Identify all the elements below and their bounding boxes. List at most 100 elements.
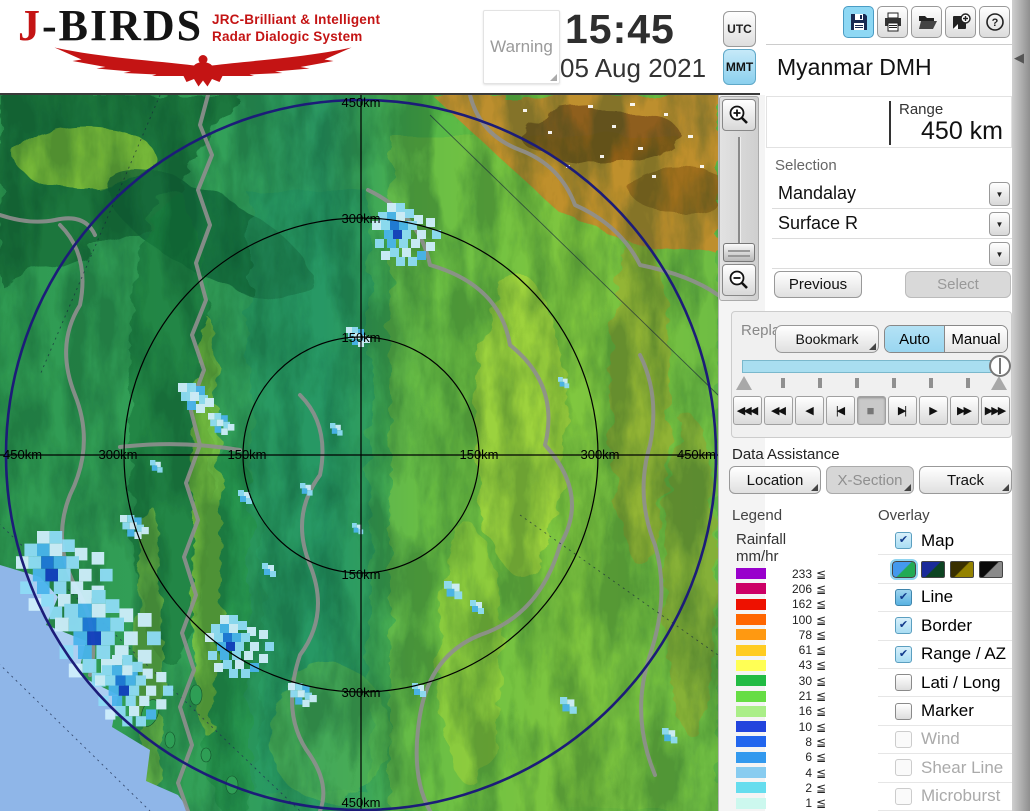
panel-collapse-arrow-icon[interactable]: ◀ [1014,50,1024,66]
overlay-row-marker[interactable]: Marker [878,697,1012,726]
x-section-button[interactable]: X-Section [826,466,914,494]
ring-label: 300km [341,685,380,700]
overlay-row-wind[interactable]: Wind [878,726,1012,755]
warning-button[interactable]: Warning [483,10,560,84]
track-button[interactable]: Track [919,466,1012,494]
overlay-checkbox[interactable]: ✔ [895,645,912,663]
overlay-checkbox[interactable]: ✔ [895,588,912,606]
overlay-item-label: Line [921,587,954,607]
overlay-checkbox[interactable] [895,730,912,748]
print-button[interactable] [877,6,908,38]
ring-label: 450km [341,795,380,810]
radar-map-area[interactable]: 450km 300km 150km 150km 300km 450km 450k… [0,93,730,811]
product-dropdown[interactable]: Surface R ▼ [772,210,1012,239]
overlay-checkbox[interactable]: ✔ [895,532,912,550]
replay-forward-button[interactable]: ▶▶ [950,396,979,425]
zoom-slider-handle[interactable] [723,243,755,262]
legend-row: 6 ≦ [733,750,845,765]
replay-rewind-fast-button[interactable]: ◀◀◀ [733,396,762,425]
replay-skip-start-button[interactable]: |◀ [826,396,855,425]
chevron-down-icon[interactable]: ▼ [989,212,1010,236]
chevron-down-icon[interactable]: ▼ [989,182,1010,206]
overlay-row-shear-line[interactable]: Shear Line [878,754,1012,783]
legend-value: 162 [791,597,812,612]
bookmark-button[interactable]: Bookmark [775,325,879,353]
legend-color-swatch [736,675,766,687]
site-dropdown[interactable]: Mandalay ▼ [772,180,1012,209]
zoom-slider-track[interactable] [738,137,741,243]
overlay-row-lati-long[interactable]: Lati / Long [878,669,1012,698]
replay-mode-group: Auto Manual [884,325,1008,353]
replay-slider-track[interactable] [742,360,1000,373]
add-view-button[interactable] [945,6,976,38]
overlay-item-label: Map [921,530,955,550]
legend-color-swatch [736,705,766,717]
replay-slider-handle[interactable] [989,355,1011,377]
help-button[interactable]: ? [979,6,1010,38]
track-grip [1002,484,1009,491]
utc-button[interactable]: UTC [723,11,756,47]
overlay-row-line[interactable]: ✔ Line [878,584,1012,613]
map-style-swatch[interactable] [921,560,945,578]
legend-value: 4 [805,765,812,780]
replay-rewind-button[interactable]: ◀◀ [764,396,793,425]
overlay-row-border[interactable]: ✔ Border [878,612,1012,641]
open-file-button[interactable] [911,6,942,38]
overlay-checkbox[interactable] [895,674,912,692]
legend-title: Rainfall [736,531,787,548]
legend-lte-symbol: ≦ [816,673,827,688]
overlay-checkbox[interactable]: ✔ [895,617,912,635]
replay-step-back-button[interactable]: ◀ [795,396,824,425]
legend-lte-symbol: ≦ [816,627,827,642]
legend-lte-symbol: ≦ [816,581,827,596]
manual-mode-button[interactable]: Manual [945,326,1007,352]
zoom-out-button[interactable] [722,264,756,296]
map-style-swatch[interactable] [890,558,918,580]
radar-map[interactable]: 450km 300km 150km 150km 300km 450km 450k… [0,93,730,811]
select-button[interactable]: Select [905,271,1011,298]
toolbar: ? [843,6,1010,38]
legend-row: 1 ≦ [733,795,845,810]
legend-lte-symbol: ≦ [816,658,827,673]
replay-forward-fast-button[interactable]: ▶▶▶ [981,396,1010,425]
legend-row: 21 ≦ [733,688,845,703]
legend-color-swatch [736,583,766,595]
overlay-row-microburst[interactable]: Microburst [878,783,1012,811]
option-dropdown[interactable]: ▼ [772,240,1012,269]
legend-row: 16 ≦ [733,704,845,719]
map-style-swatch[interactable] [950,560,974,578]
auto-mode-button[interactable]: Auto [885,326,945,352]
jbirds-application: J-BIRDS JRC-Brilliant & Intelligent Rada… [0,0,1030,811]
ring-label: 150km [459,447,498,462]
previous-button[interactable]: Previous [774,271,862,298]
overlay-row-map[interactable]: ✔ Map [878,527,1012,556]
map-style-swatch[interactable] [979,560,1003,578]
overlay-checkbox[interactable] [895,759,912,777]
logo-subtitle-line2: Radar Dialogic System [212,29,363,44]
chevron-down-icon[interactable]: ▼ [989,242,1010,266]
legend-value: 21 [798,689,812,704]
ring-label: 450km [341,95,380,110]
ring-label: 300km [580,447,619,462]
overlay-checkbox[interactable] [895,702,912,720]
data-assistance-label: Data Assistance [732,446,840,463]
mmt-button[interactable]: MMT [723,49,756,85]
legend-value: 61 [798,643,812,658]
legend-row: 206 ≦ [733,581,845,596]
save-button[interactable] [843,6,874,38]
replay-play-button[interactable]: ▶ [919,396,948,425]
overlay-checkbox[interactable] [895,787,912,805]
legend-color-swatch [736,598,766,610]
replay-skip-end-button[interactable]: ▶| [888,396,917,425]
overlay-item-label: Wind [921,729,960,749]
overlay-item-label: Lati / Long [921,672,1001,692]
legend-section-label: Legend [732,507,783,524]
legend-value: 2 [805,780,812,795]
replay-stop-button[interactable]: ■ [857,396,886,425]
legend-lte-symbol: ≦ [816,750,827,765]
ring-label: 150km [341,567,380,582]
warning-resize-grip[interactable] [550,74,557,81]
location-button[interactable]: Location [729,466,821,494]
overlay-row-range-az[interactable]: ✔ Range / AZ [878,641,1012,669]
zoom-in-button[interactable] [722,99,756,131]
